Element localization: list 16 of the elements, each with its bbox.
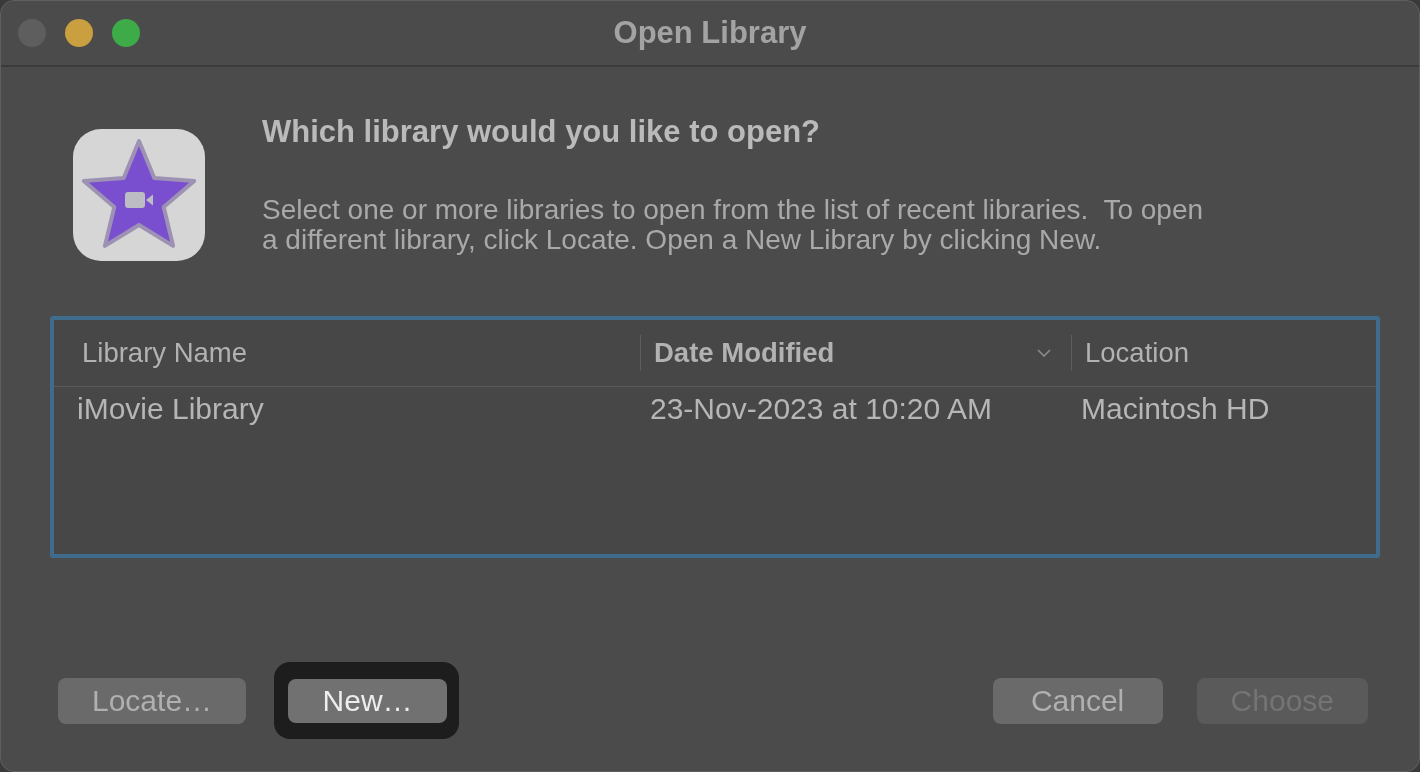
- column-header[interactable]: Library Name: [54, 335, 640, 371]
- dialog-message: Select one or more libraries to open from the list of recent libraries. To open a different library, click Locate. Open a New Library by clicking New.: [262, 195, 1204, 255]
- table-cell[interactable]: iMovie Library: [54, 387, 640, 431]
- dialog-button[interactable]: Locate…: [58, 677, 247, 724]
- column-header[interactable]: Date Modified: [640, 335, 1071, 371]
- chevron-down-icon: [1037, 349, 1051, 357]
- table-cell[interactable]: Macintosh HD: [1071, 387, 1376, 431]
- column-header[interactable]: Location: [1071, 335, 1376, 371]
- window-title: Open Library: [613, 15, 807, 51]
- dialog-button[interactable]: Cancel: [992, 677, 1163, 724]
- star-camera-icon: [73, 129, 205, 261]
- dialog-heading: Which library would you like to open?: [262, 115, 822, 149]
- table-cell[interactable]: 23-Nov-2023 at 10:20 AM: [640, 387, 1071, 431]
- zoom-icon[interactable]: [112, 19, 140, 47]
- minimize-icon[interactable]: [65, 19, 93, 47]
- dialog-button[interactable]: New…: [274, 662, 460, 739]
